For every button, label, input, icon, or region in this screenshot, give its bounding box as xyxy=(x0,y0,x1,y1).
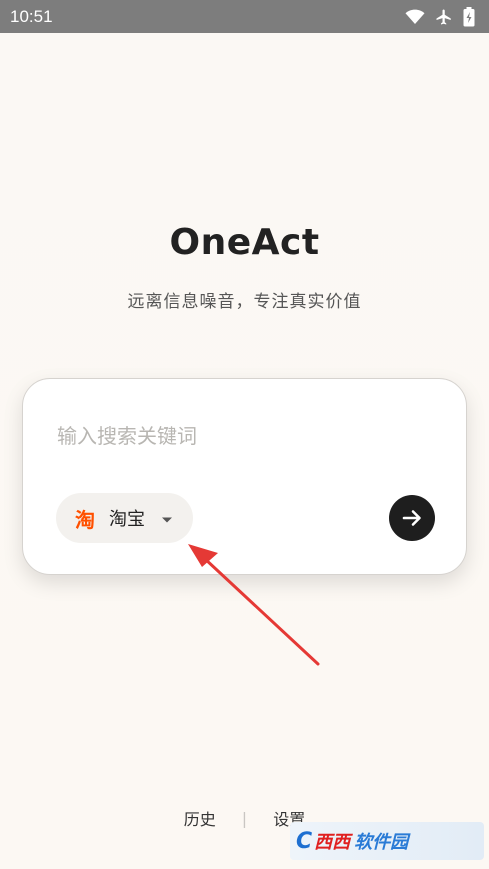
watermark-cn: 西西 xyxy=(314,832,351,853)
watermark-sub: 软件园 xyxy=(354,832,409,853)
arrow-right-icon xyxy=(402,510,421,526)
battery-icon xyxy=(463,6,475,27)
status-bar: 10:51 xyxy=(0,0,489,33)
history-link[interactable]: 历史 xyxy=(184,806,216,830)
airplane-icon xyxy=(435,8,453,26)
search-card: 淘 淘宝 xyxy=(22,378,467,575)
status-icons xyxy=(405,6,475,27)
status-time: 10:51 xyxy=(10,6,53,26)
taobao-logo-icon: 淘 xyxy=(75,507,95,532)
search-input[interactable] xyxy=(57,419,437,453)
search-engine-dropdown[interactable]: 淘 淘宝 xyxy=(56,493,193,543)
app-subtitle: 远离信息噪音，专注真实价值 xyxy=(127,292,362,312)
search-engine-label: 淘宝 xyxy=(109,509,145,530)
wifi-icon xyxy=(405,9,425,25)
footer-separator: | xyxy=(241,808,248,828)
watermark-c: C xyxy=(296,828,313,854)
watermark-logo: C 西西 软件园 xyxy=(290,822,484,860)
caret-down-icon xyxy=(161,509,173,528)
search-submit-button[interactable] xyxy=(389,495,435,541)
app-title: OneAct xyxy=(169,222,320,263)
